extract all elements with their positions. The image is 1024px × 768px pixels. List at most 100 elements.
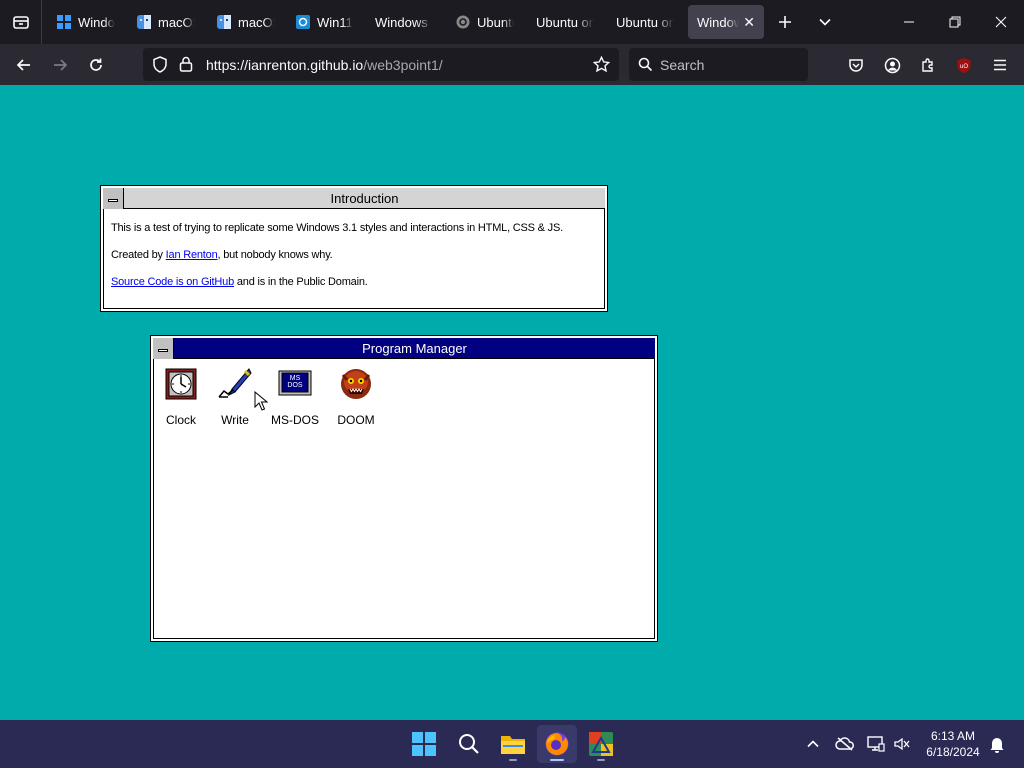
bookmark-star-icon[interactable] [592,55,611,78]
shield-icon[interactable] [152,56,168,78]
win11-icon [296,15,310,29]
mouse-cursor [254,390,269,416]
show-hidden-icons-button[interactable] [803,734,823,754]
plus-icon [779,16,791,28]
lock-icon[interactable] [179,56,193,77]
browser-tab-active[interactable]: Windows ✕ [688,5,764,39]
browser-tab[interactable]: Ubuntu on [527,5,603,39]
onedrive-button[interactable] [835,734,855,754]
search-bar[interactable]: Search [629,48,808,81]
taskbar-search-button[interactable] [449,725,489,763]
arrow-left-icon [16,59,30,71]
pocket-icon [849,59,863,72]
source-suffix: and is in the Public Domain. [234,276,368,288]
chevron-up-icon [807,740,819,748]
list-all-tabs-button[interactable] [812,9,838,35]
windows-start-icon [412,732,436,756]
forward-button[interactable] [46,51,74,79]
browser-tab[interactable]: Windows 7 [366,5,442,39]
browser-tab[interactable]: Ubuntu on [607,5,683,39]
back-button[interactable] [10,51,38,79]
clock-icon [164,367,198,401]
running-indicator [509,759,517,761]
volume-button[interactable] [892,734,912,754]
minimize-button[interactable] [886,0,932,44]
pocket-button[interactable] [842,51,870,79]
tab-title: Windows 7 [375,14,433,30]
title-bar[interactable]: Program Manager [153,338,655,359]
url-bar[interactable]: https://ianrenton.github.io/web3point1/ [143,48,619,81]
author-link[interactable]: Ian Renton [166,249,218,261]
title-bar[interactable]: Introduction [103,188,605,209]
tab-title: Windo [78,14,115,30]
introduction-window: Introduction This is a test of trying to… [100,185,608,312]
system-menu-icon [108,199,118,202]
menu-button[interactable] [986,51,1014,79]
new-tab-button[interactable] [772,9,798,35]
tab-list-icon [12,16,29,29]
tab-title: Ubuntu on [536,14,594,30]
extensions-button[interactable] [914,51,942,79]
system-menu-button[interactable] [153,338,174,359]
tab-title: Win11 [317,14,353,30]
icon-label: MS-DOS [271,413,319,427]
close-window-button[interactable] [978,0,1024,44]
svg-text:uO: uO [960,64,968,70]
notifications-button[interactable] [987,734,1007,754]
browser-tab[interactable]: Win11 [287,5,363,39]
reload-button[interactable] [82,51,110,79]
cursor-arrow-icon [254,390,269,411]
ublock-icon: uO [957,57,971,73]
close-tab-icon[interactable]: ✕ [743,14,755,31]
taskbar-firefox[interactable] [537,725,577,763]
network-button[interactable] [866,734,886,754]
chevron-down-icon [819,18,831,26]
taskbar: 6:13 AM 6/18/2024 [0,720,1024,768]
program-icon-msdos[interactable]: MS DOS MS-DOS [265,367,325,427]
icon-label: DOOM [337,413,375,427]
folder-icon [501,736,525,754]
program-icon-clock[interactable]: Clock [151,367,211,427]
credits-prefix: Created by [111,249,166,261]
account-button[interactable] [878,51,906,79]
msdos-badge-bottom: DOS [287,382,303,389]
taskbar-file-explorer[interactable] [493,725,533,763]
system-menu-button[interactable] [103,188,124,209]
restore-icon [949,16,961,28]
source-code-link[interactable]: Source Code is on GitHub [111,276,234,288]
msdos-icon: MS DOS [278,367,312,401]
intro-body: This is a test of trying to replicate so… [111,222,563,303]
minimize-icon [904,21,914,23]
browser-tab[interactable]: Windo [48,5,124,39]
app-icon [589,732,613,756]
program-icon-doom[interactable]: DOOM [326,367,386,427]
finder-icon [137,15,151,29]
browser-tab-strip: Windo macOS macOS Win11 Windows 7 Ubuntu… [0,0,1024,44]
url-host: https://ianrenton.github.io [206,57,364,73]
cloud-offline-icon [835,737,854,751]
start-button[interactable] [404,725,444,763]
taskbar-app-multicolor[interactable] [581,725,621,763]
windows-icon [57,15,71,29]
window-title: Introduction [330,191,399,206]
system-menu-icon [158,349,168,352]
volume-muted-icon [894,737,910,751]
tab-title: Ubuntu on [616,14,674,30]
ublock-button[interactable]: uO [950,51,978,79]
url-text[interactable]: https://ianrenton.github.io/web3point1/ [206,57,443,73]
running-indicator [597,759,605,761]
credits-suffix: , but nobody knows why. [217,249,333,261]
browser-tab[interactable]: macOS [128,5,204,39]
firefox-icon [545,732,569,756]
finder-icon [217,15,231,29]
tab-title: macOS [238,14,275,30]
browser-tab[interactable]: macOS [208,5,284,39]
browser-tab[interactable]: Ubuntu [447,5,523,39]
bell-icon [990,738,1004,753]
restore-button[interactable] [932,0,978,44]
puzzle-icon [922,58,933,72]
system-clock[interactable]: 6:13 AM 6/18/2024 [920,728,986,760]
clock-time: 6:13 AM [930,729,976,743]
program-manager-window: Program Manager Clock Write MS DOS MS-DO… [150,335,658,642]
tab-overview-button[interactable] [0,0,42,44]
